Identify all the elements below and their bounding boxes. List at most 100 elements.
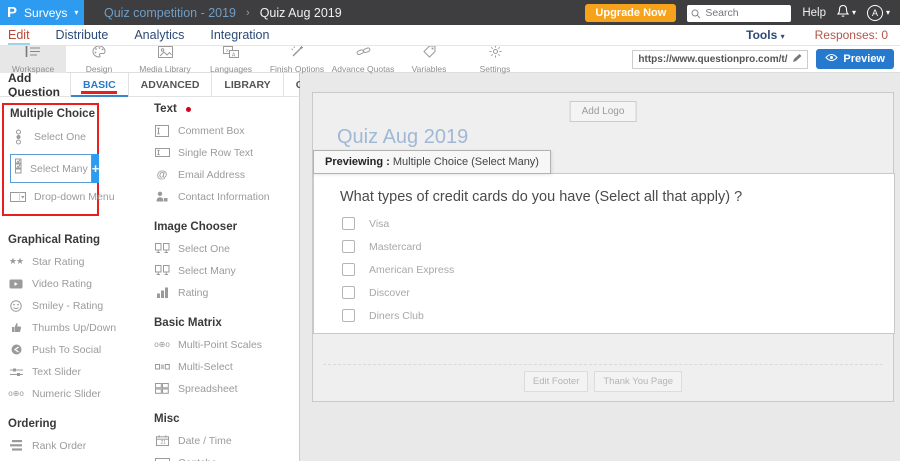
question-type-smiley-rating[interactable]: Smiley - Rating xyxy=(8,299,142,312)
dropdown-menu-icon xyxy=(10,191,26,203)
questionpro-logo-surveys-menu[interactable]: P Surveys ▾ xyxy=(0,0,84,25)
section-heading: Multiple Choice xyxy=(10,108,95,120)
question-type-spreadsheet[interactable]: Spreadsheet xyxy=(154,382,299,395)
add-logo-button[interactable]: Add Logo xyxy=(569,101,637,122)
tab-advanced[interactable]: ADVANCED xyxy=(127,73,212,96)
breadcrumb-survey-folder[interactable]: Quiz competition - 2019 xyxy=(104,6,236,20)
settings-gear-icon xyxy=(489,45,502,63)
checkbox[interactable] xyxy=(342,263,355,276)
survey-preview-panel: Add Logo Quiz Aug 2019 Previewing : Mult… xyxy=(312,92,895,402)
survey-nav-bar: Edit Distribute Analytics Integration Tools… xyxy=(0,25,900,46)
question-type-numeric-slider[interactable]: o⊕o Numeric Slider xyxy=(8,387,142,400)
question-type-thumbs-up-down[interactable]: Thumbs Up/Down xyxy=(8,321,142,334)
question-type-star-rating[interactable]: ★★ Star Rating xyxy=(8,255,142,268)
toolbar-item-finish-options[interactable]: Finish Options xyxy=(264,45,330,74)
text-slider-icon xyxy=(8,367,24,377)
edit-url-pencil-icon[interactable] xyxy=(792,50,802,68)
question-type-text-slider[interactable]: Text Slider xyxy=(8,365,142,378)
questionpro-logo-icon: P xyxy=(7,4,18,21)
finish-options-wand-icon xyxy=(290,45,304,63)
question-type-select-one[interactable]: Select One xyxy=(10,129,97,145)
tab-basic[interactable]: BASIC xyxy=(70,73,128,97)
media-library-icon xyxy=(157,45,173,63)
breadcrumb-separator-icon: › xyxy=(246,6,250,19)
nav-tab-distribute[interactable]: Distribute xyxy=(56,27,109,43)
nav-tab-edit[interactable]: Edit xyxy=(8,27,30,45)
section-multiple-choice: Multiple Choice Select One Select Many + Dro… xyxy=(2,103,115,216)
multi-select-icon xyxy=(154,363,170,371)
eye-icon xyxy=(825,53,839,65)
variables-tag-icon xyxy=(422,45,436,63)
previewing-tooltip-label: Previewing : xyxy=(325,156,390,168)
breadcrumb-current-survey[interactable]: Quiz Aug 2019 xyxy=(260,6,342,20)
checkbox[interactable] xyxy=(342,240,355,253)
question-type-select-many[interactable]: Select Many + xyxy=(10,154,100,183)
checkbox[interactable] xyxy=(342,309,355,322)
question-type-multi-select[interactable]: Multi-Select xyxy=(154,360,299,373)
section-heading: Text xyxy=(154,103,299,115)
question-type-comment-box[interactable]: Comment Box xyxy=(154,124,299,137)
toolbar-item-design[interactable]: Design xyxy=(66,44,132,74)
toolbar-item-languages[interactable]: x A Languages xyxy=(198,45,264,74)
question-type-select-many[interactable]: Select Many xyxy=(154,264,299,277)
checkbox-stack-icon xyxy=(14,158,23,179)
tab-library[interactable]: LIBRARY xyxy=(211,73,282,96)
search-box[interactable] xyxy=(687,3,792,22)
thank-you-page-button[interactable]: Thank You Page xyxy=(594,371,683,392)
account-menu[interactable]: A ▾ xyxy=(866,4,890,21)
upgrade-now-button[interactable]: Upgrade Now xyxy=(585,3,677,22)
answer-option[interactable]: Diners Club xyxy=(342,309,894,322)
nav-tab-integration[interactable]: Integration xyxy=(210,27,269,43)
answer-option[interactable]: American Express xyxy=(342,263,894,276)
help-link[interactable]: Help xyxy=(802,7,826,19)
section-basic-matrix: Basic Matrix o⊕o Multi-Point Scales Multi-S… xyxy=(154,317,299,395)
footer-divider xyxy=(323,364,883,365)
question-type-email-address[interactable]: @ Email Address xyxy=(154,168,299,181)
surveys-menu-label: Surveys xyxy=(24,5,68,20)
section-ordering: OrderingRank OrderΣConstant SumDrag and … xyxy=(8,418,142,461)
toolbar-item-variables[interactable]: Variables xyxy=(396,45,462,74)
toolbar-item-settings[interactable]: Settings xyxy=(462,45,528,74)
question-type-push-to-social[interactable]: Push To Social xyxy=(8,343,142,356)
spreadsheet-grid-icon xyxy=(154,383,170,394)
toolbar-item-workspace[interactable]: Workspace xyxy=(0,45,66,74)
toolbar-item-media-library[interactable]: Media Library xyxy=(132,45,198,74)
question-type-captcha[interactable]: x8Captcha xyxy=(154,456,299,461)
single-row-text-icon xyxy=(154,148,170,157)
question-type-rank-order[interactable]: Rank Order xyxy=(8,439,142,452)
checkbox[interactable] xyxy=(342,217,355,230)
section-graphical-rating: Graphical Rating ★★ Star Rating Video Ratin… xyxy=(8,234,142,400)
workspace-toolbar: Workspace Design Media Library x A Languages F… xyxy=(0,44,900,74)
tools-menu[interactable]: Tools ▾ xyxy=(746,28,784,42)
thumbs-icon xyxy=(8,322,24,333)
question-type-video-rating[interactable]: Video Rating xyxy=(8,277,142,290)
add-question-title: Add Question xyxy=(8,70,61,99)
question-type-drop-down-menu[interactable]: Drop-down Menu xyxy=(10,190,115,203)
survey-url-field[interactable]: https://www.questionpro.com/t/APNrFZ xyxy=(632,49,809,69)
answer-option[interactable]: Mastercard xyxy=(342,240,894,253)
add-question-plus-button[interactable]: + xyxy=(91,154,100,183)
question-type-select-one[interactable]: Select One xyxy=(154,242,299,255)
workspace-icon xyxy=(25,45,41,63)
survey-title[interactable]: Quiz Aug 2019 xyxy=(337,126,468,149)
section-heading: Image Chooser xyxy=(154,221,238,233)
notifications-menu[interactable]: ▾ xyxy=(836,4,856,22)
question-type-rating[interactable]: Rating xyxy=(154,286,299,299)
responses-count[interactable]: Responses: 0 xyxy=(815,28,888,42)
preview-button[interactable]: Preview xyxy=(816,49,894,69)
question-type-contact-information[interactable]: Contact Information xyxy=(154,190,299,203)
question-text[interactable]: What types of credit cards do you have (… xyxy=(340,189,894,205)
radio-stack-icon xyxy=(10,129,26,145)
search-input[interactable] xyxy=(687,4,792,22)
answer-option[interactable]: Discover xyxy=(342,286,894,299)
question-type-multi-point-scales[interactable]: o⊕o Multi-Point Scales xyxy=(154,338,299,351)
question-type-date-time[interactable]: 21 Date / Time xyxy=(154,434,299,447)
toolbar-item-advance-quotas[interactable]: Advance Quotas xyxy=(330,46,396,74)
question-type-single-row-text[interactable]: Single Row Text xyxy=(154,146,299,159)
checkbox[interactable] xyxy=(342,286,355,299)
captcha-icon: x8 xyxy=(154,457,170,461)
nav-tab-analytics[interactable]: Analytics xyxy=(134,27,184,43)
answer-option[interactable]: Visa xyxy=(342,217,894,230)
chevron-down-icon: ▾ xyxy=(851,8,856,17)
edit-footer-button[interactable]: Edit Footer xyxy=(523,371,589,392)
